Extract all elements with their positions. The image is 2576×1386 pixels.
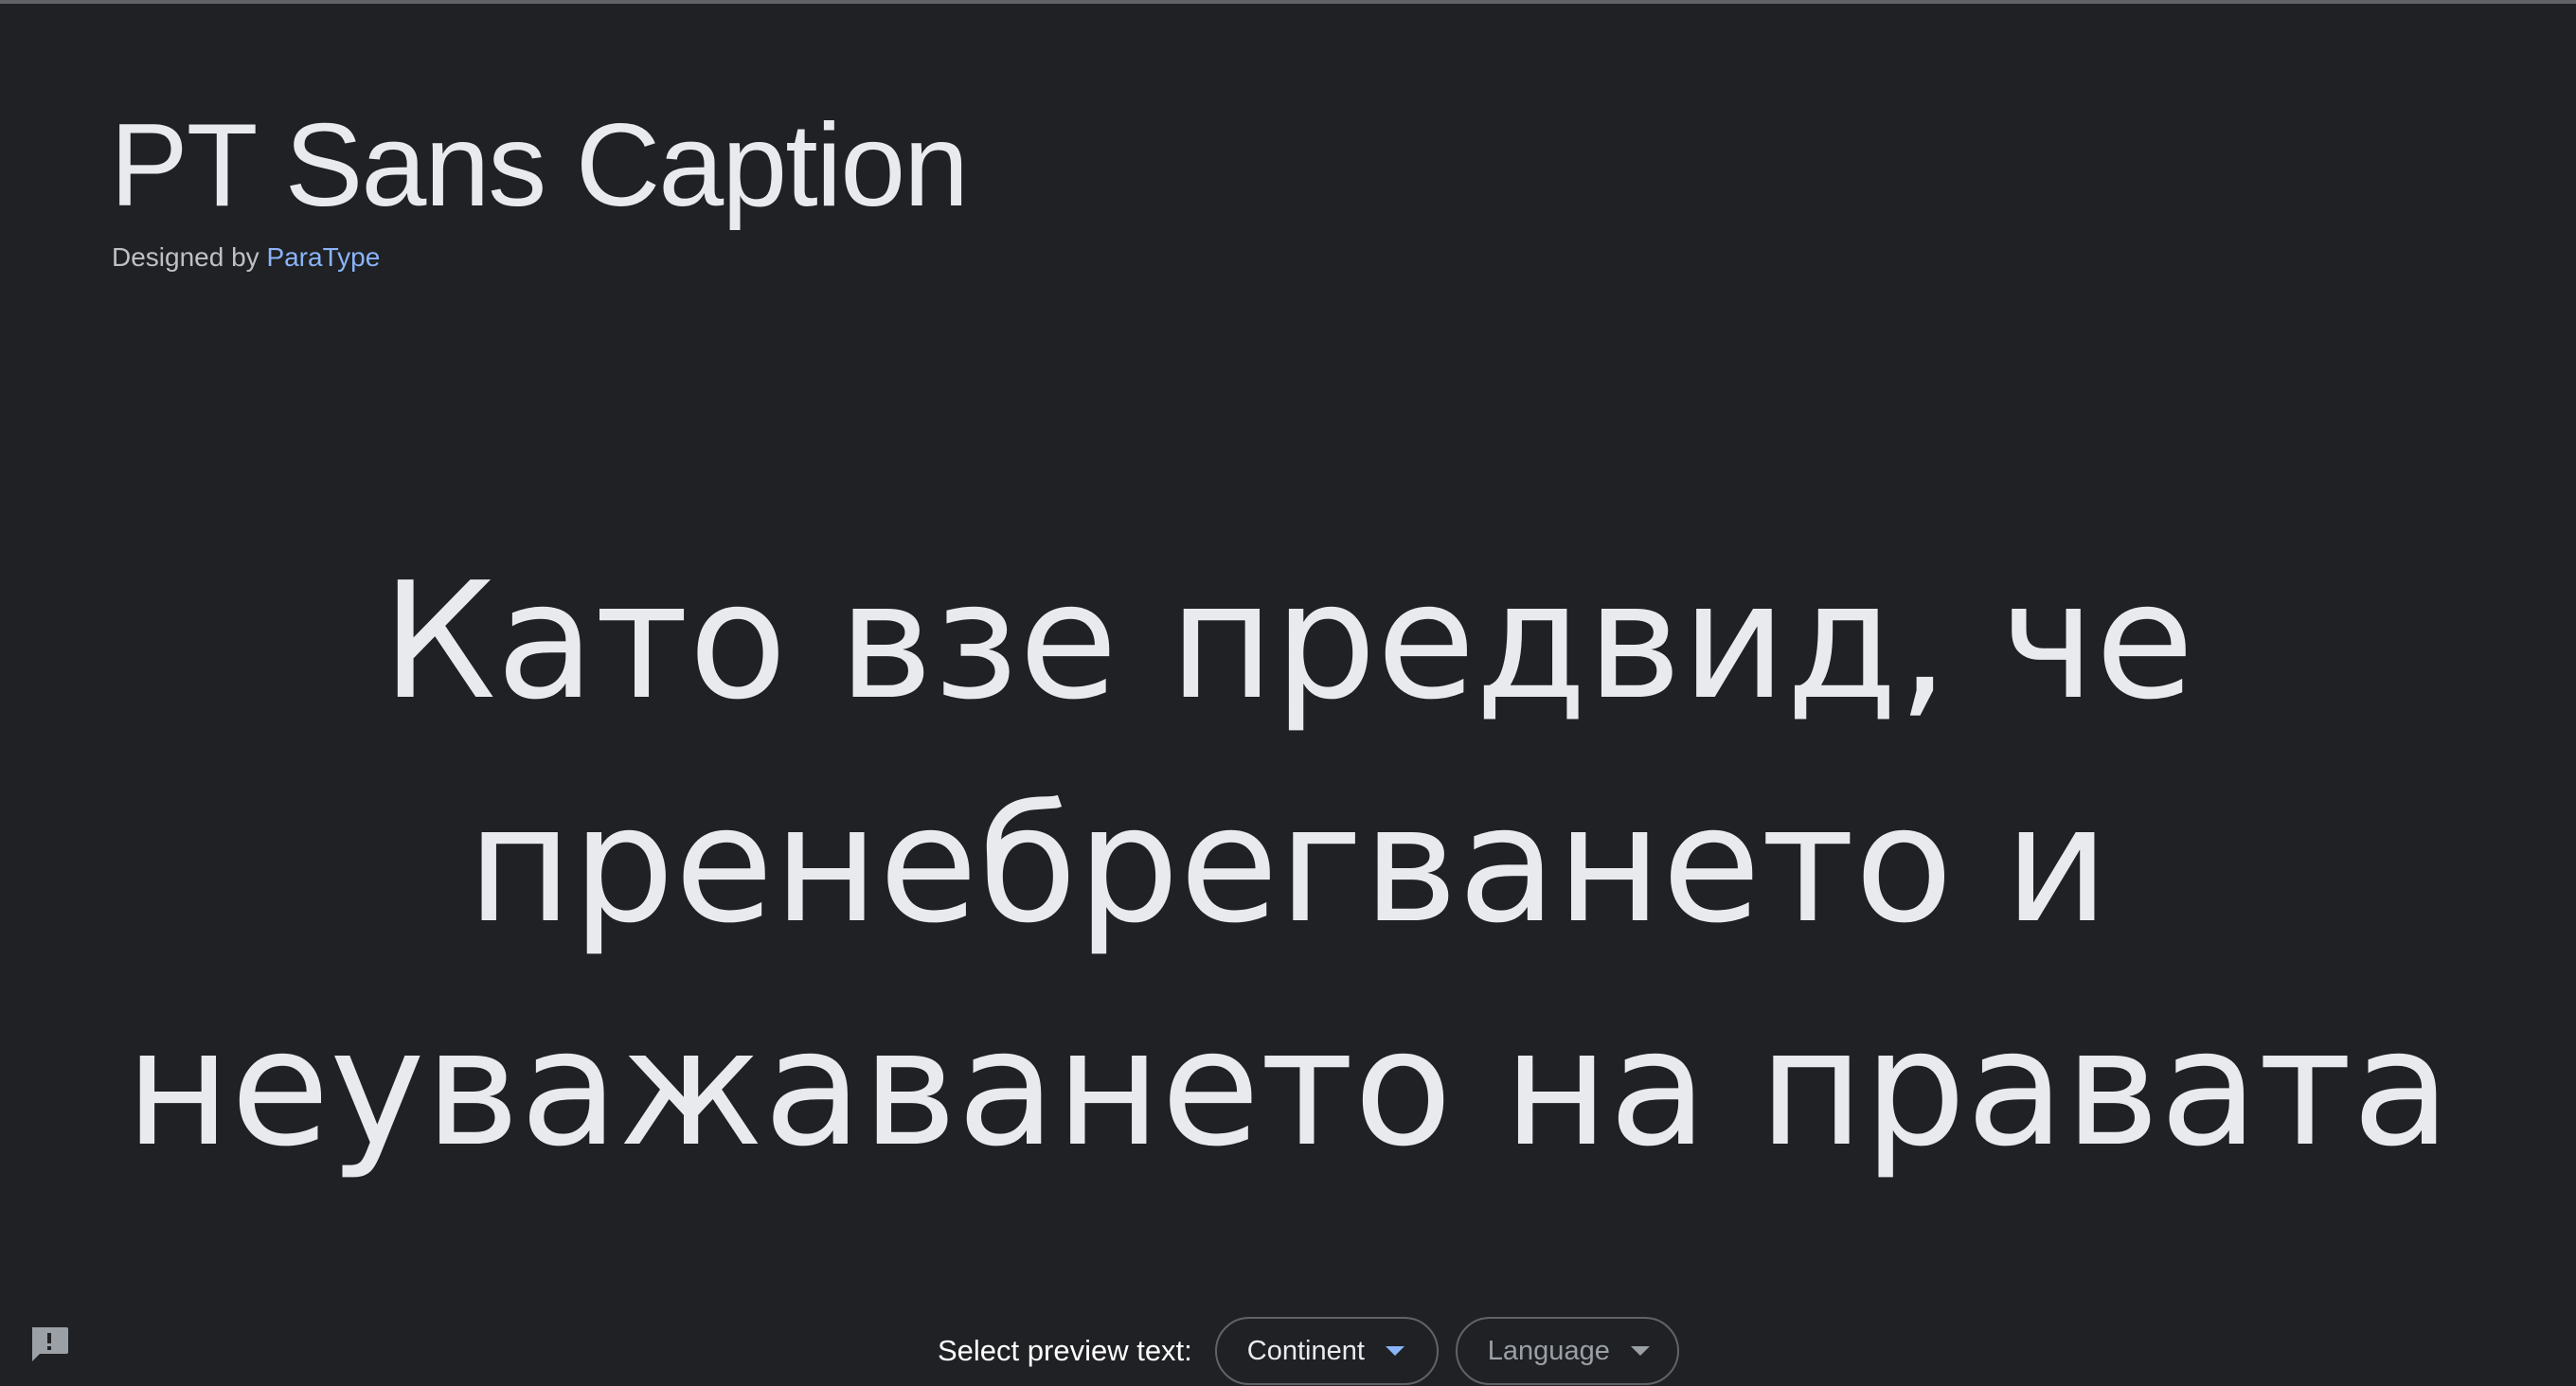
language-dropdown[interactable]: Language	[1455, 1317, 1679, 1385]
preview-selector-bar: Select preview text: Continent Language	[938, 1317, 1696, 1385]
caret-down-icon	[1385, 1346, 1404, 1356]
preview-line-3: неуважаването на правата	[125, 995, 2451, 1182]
select-preview-label: Select preview text:	[938, 1334, 1192, 1367]
window-top-border	[0, 0, 2576, 4]
preview-line-1: Като взе предвид, че	[382, 548, 2194, 736]
language-dropdown-label: Language	[1487, 1335, 1610, 1366]
preview-text[interactable]: Като взе предвид, че пренебрегването и н…	[0, 530, 2576, 1200]
feedback-button[interactable]	[28, 1325, 70, 1363]
designer-link[interactable]: ParaType	[266, 242, 380, 272]
designer-line: Designed by ParaType	[112, 239, 380, 276]
caret-down-icon	[1630, 1346, 1650, 1356]
continent-dropdown-label: Continent	[1246, 1335, 1365, 1366]
designed-by-label: Designed by	[112, 242, 259, 272]
preview-line-2: пренебрегването и	[467, 772, 2109, 959]
continent-dropdown[interactable]: Continent	[1214, 1317, 1439, 1385]
feedback-icon	[32, 1327, 68, 1361]
font-title: PT Sans Caption	[110, 100, 969, 231]
